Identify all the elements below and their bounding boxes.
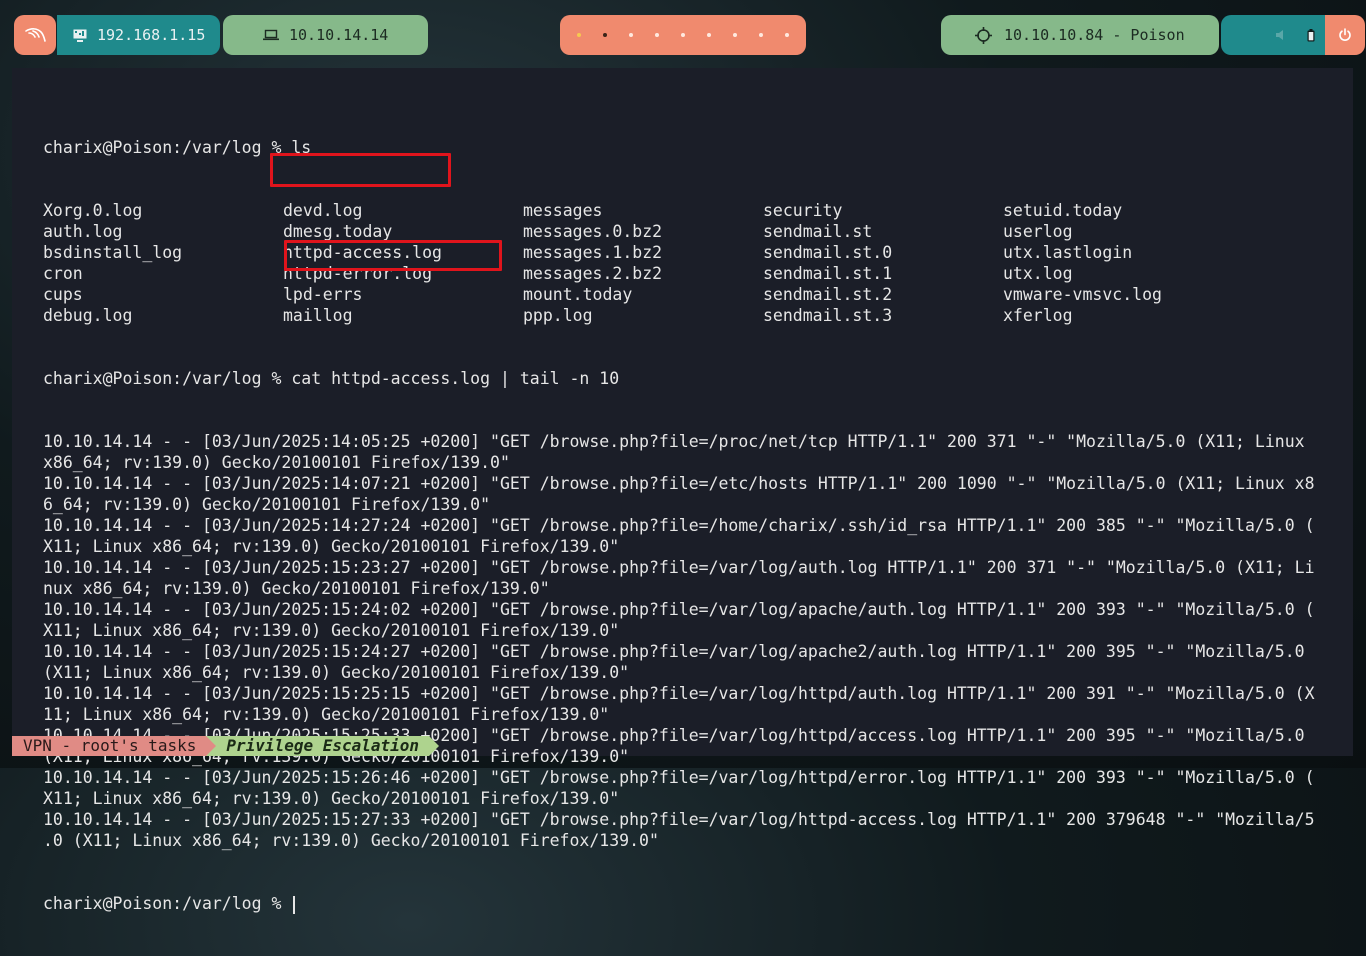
log-line: 10.10.14.14 - - [03/Jun/2025:15:23:27 +0… — [43, 558, 1315, 577]
log-line: 10.10.14.14 - - [03/Jun/2025:14:07:21 +0… — [43, 474, 1315, 493]
log-line: 10.10.14.14 - - [03/Jun/2025:15:24:02 +0… — [43, 600, 1315, 619]
ls-entry: debug.log — [43, 306, 133, 325]
menu-launcher[interactable] — [14, 15, 56, 55]
ls-entry: xferlog — [1003, 306, 1073, 325]
crosshair-icon — [975, 26, 992, 44]
ls-entry: utx.log — [1003, 264, 1073, 283]
ls-entry: sendmail.st.2 — [763, 285, 893, 304]
battery-icon[interactable] — [1307, 28, 1315, 42]
ls-entry: setuid.today — [1003, 201, 1123, 220]
ls-entry: userlog — [1003, 222, 1073, 241]
target-text: 10.10.10.84 - Poison — [1004, 26, 1185, 44]
ls-entry: messages.0.bz2 — [523, 222, 663, 241]
workspace-dot[interactable] — [577, 33, 581, 37]
kali-dragon-icon — [25, 28, 46, 42]
workspace-dot[interactable] — [785, 33, 789, 37]
laptop-icon — [263, 29, 279, 41]
power-button[interactable] — [1325, 15, 1365, 55]
text-cursor — [293, 895, 296, 914]
log-line: 10.10.14.14 - - [03/Jun/2025:15:26:46 +0… — [43, 768, 1315, 787]
top-bar: 192.168.1.15 10.10.14.14 10.10.10.84 - P… — [0, 0, 1366, 68]
log-line: X11; Linux x86_64; rv:139.0) Gecko/20100… — [43, 621, 620, 640]
window-name[interactable]: Privilege Escalation — [216, 736, 430, 756]
terminal-output: charix@Poison:/var/log % ls Xorg.0.log de… — [43, 95, 1333, 956]
ls-entry: dmesg.today — [283, 222, 393, 241]
log-line: 11; Linux x86_64; rv:139.0) Gecko/201001… — [43, 705, 610, 724]
ls-entry: Xorg.0.log — [43, 201, 143, 220]
session-name[interactable]: VPN - root's tasks — [12, 736, 207, 756]
ls-entry: devd.log — [283, 201, 363, 220]
local-ip-text: 192.168.1.15 — [97, 26, 206, 44]
ls-entry: sendmail.st.1 — [763, 264, 893, 283]
workspace-dot[interactable] — [759, 33, 763, 37]
log-line: .0 (X11; Linux x86_64; rv:139.0) Gecko/2… — [43, 831, 659, 850]
ls-entry: utx.lastlogin — [1003, 243, 1133, 262]
ls-entry: messages.2.bz2 — [523, 264, 663, 283]
log-line: 10.10.14.14 - - [03/Jun/2025:15:25:15 +0… — [43, 684, 1315, 703]
log-line: 10.10.14.14 - - [03/Jun/2025:14:27:24 +0… — [43, 516, 1315, 535]
vpn-ip-text: 10.10.14.14 — [289, 26, 389, 44]
local-ip-widget[interactable]: 192.168.1.15 — [57, 15, 220, 55]
highlight-box-httpd-access-log — [270, 153, 451, 187]
log-line: x86_64; rv:139.0) Gecko/20100101 Firefox… — [43, 453, 510, 472]
ls-entry: auth.log — [43, 222, 123, 241]
workspace-dot[interactable] — [681, 33, 685, 37]
ls-entry: messages.1.bz2 — [523, 243, 663, 262]
log-line: X11; Linux x86_64; rv:139.0) Gecko/20100… — [43, 537, 620, 556]
ls-entry: cron — [43, 264, 83, 283]
workspace-dot[interactable] — [655, 33, 659, 37]
log-output: 10.10.14.14 - - [03/Jun/2025:14:05:25 +0… — [43, 431, 1333, 851]
workspace-dot[interactable] — [629, 33, 633, 37]
workspace-switcher[interactable] — [560, 15, 806, 55]
ls-entry: sendmail.st.3 — [763, 306, 893, 325]
ls-entry: bsdinstall_log — [43, 243, 183, 262]
prompt-text: charix@Poison:/var/log % — [43, 894, 292, 913]
workspace-dot[interactable] — [733, 33, 737, 37]
ls-entry: maillog — [283, 306, 353, 325]
highlight-box-cat-command — [284, 240, 502, 271]
command-line-ls: charix@Poison:/var/log % ls — [43, 138, 312, 157]
power-icon — [1339, 28, 1351, 41]
tmux-status-bar: VPN - root's tasks Privilege Escalation — [12, 736, 440, 756]
log-line: nux x86_64; rv:139.0) Gecko/20100101 Fir… — [43, 579, 550, 598]
powerline-separator — [429, 736, 440, 756]
target-widget[interactable]: 10.10.10.84 - Poison — [941, 15, 1219, 55]
ls-entry: mount.today — [523, 285, 633, 304]
monitor-icon — [73, 29, 87, 42]
workspace-dot-active[interactable] — [603, 33, 607, 37]
volume-icon[interactable] — [1275, 29, 1287, 41]
ls-entry: cups — [43, 285, 83, 304]
log-line: (X11; Linux x86_64; rv:139.0) Gecko/2010… — [43, 663, 630, 682]
log-line: 6_64; rv:139.0) Gecko/20100101 Firefox/1… — [43, 495, 491, 514]
vpn-ip-widget[interactable]: 10.10.14.14 — [223, 15, 428, 55]
ls-entry: sendmail.st.0 — [763, 243, 893, 262]
terminal-window[interactable]: charix@Poison:/var/log % ls Xorg.0.log de… — [12, 68, 1353, 914]
ls-entry: messages — [523, 201, 603, 220]
ls-entry: lpd-errs — [283, 285, 363, 304]
log-line: X11; Linux x86_64; rv:139.0) Gecko/20100… — [43, 789, 620, 808]
ls-entry: ppp.log — [523, 306, 593, 325]
ls-output: Xorg.0.log devd.log messages security setuid… — [43, 200, 1333, 326]
command-line-current[interactable]: charix@Poison:/var/log % — [43, 893, 1333, 914]
powerline-separator — [206, 736, 217, 756]
ls-entry: vmware-vmsvc.log — [1003, 285, 1162, 304]
log-line: 10.10.14.14 - - [03/Jun/2025:15:27:33 +0… — [43, 810, 1315, 829]
log-line: 10.10.14.14 - - [03/Jun/2025:14:05:25 +0… — [43, 432, 1305, 451]
command-line-cat: charix@Poison:/var/log % cat httpd-acces… — [43, 369, 620, 388]
workspace-dot[interactable] — [707, 33, 711, 37]
ls-entry: security — [763, 201, 843, 220]
system-tray[interactable] — [1221, 15, 1325, 55]
ls-entry: sendmail.st — [763, 222, 873, 241]
log-line: 10.10.14.14 - - [03/Jun/2025:15:24:27 +0… — [43, 642, 1305, 661]
